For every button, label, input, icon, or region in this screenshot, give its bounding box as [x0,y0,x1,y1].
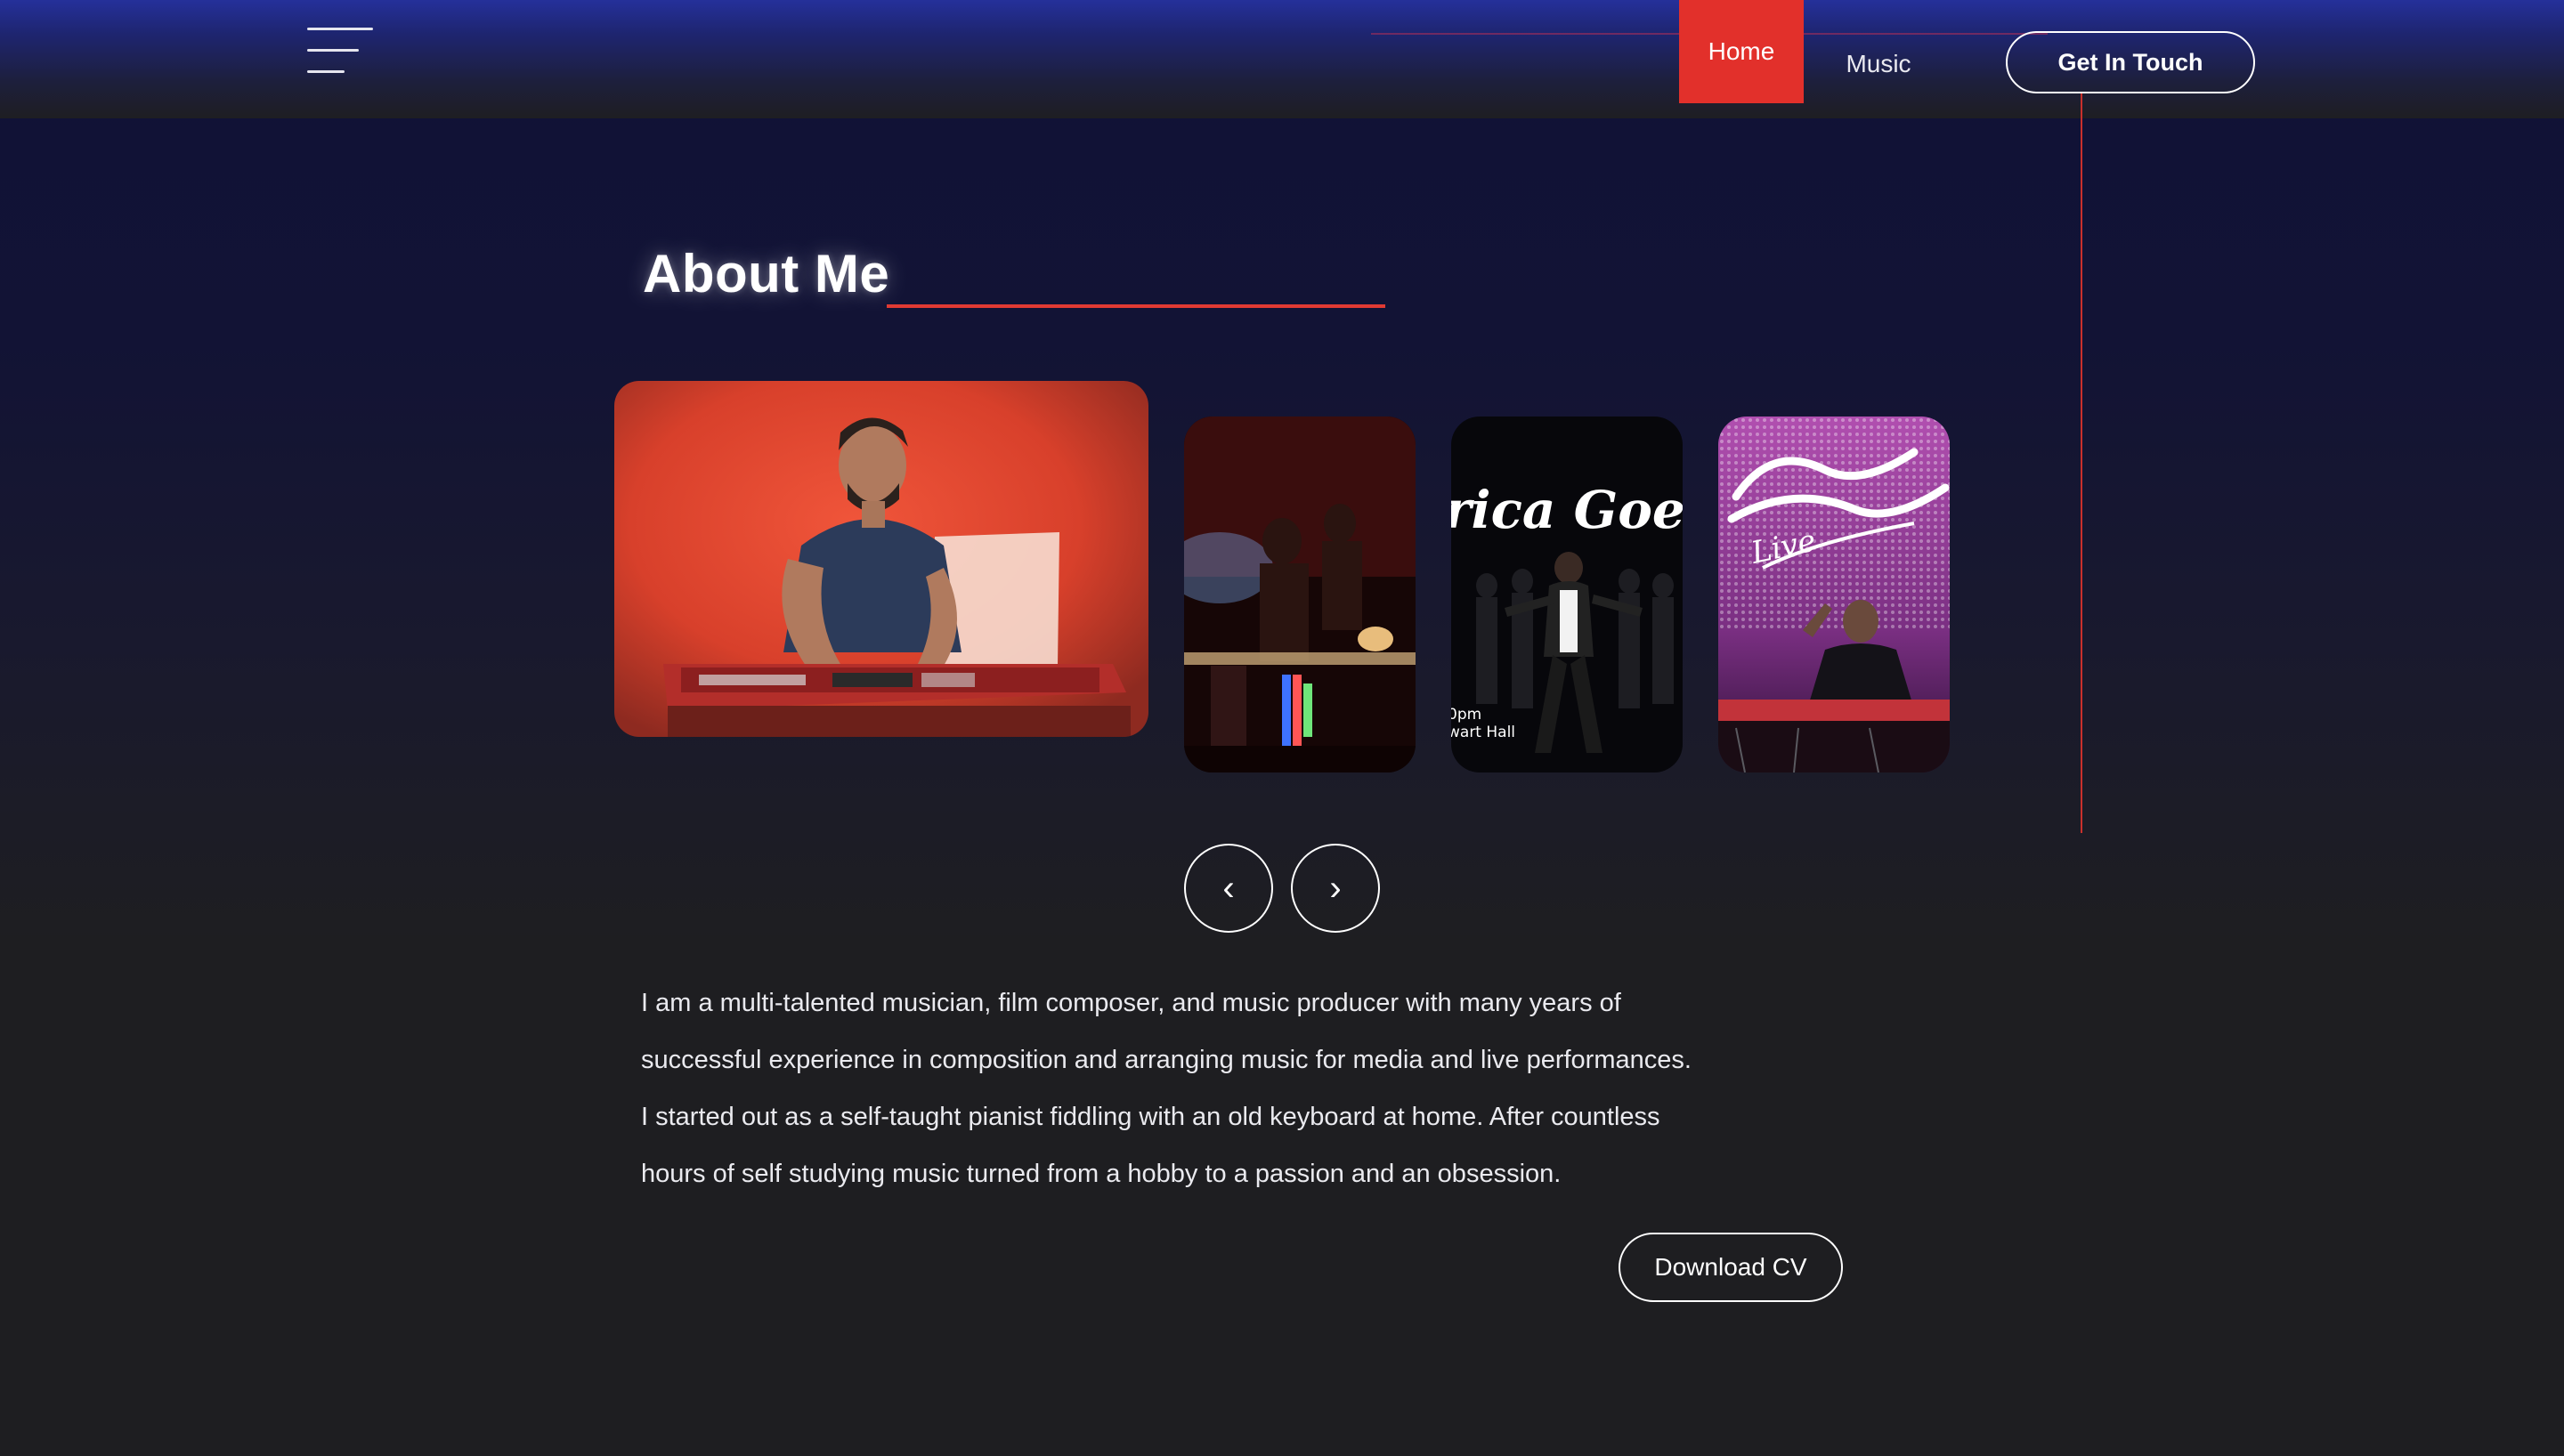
bio-line: successful experience in composition and… [641,1046,1692,1074]
gallery-photo-live-concert[interactable]: Live [1718,417,1950,772]
poster-time-text: 0pm [1451,706,1481,724]
get-in-touch-button[interactable]: Get In Touch [2006,31,2255,93]
heading-underline [887,304,1385,308]
decorative-vertical-line [2081,93,2082,833]
about-me-heading: About Me [643,244,890,303]
hamburger-menu-icon[interactable] [307,28,375,74]
gallery-photo-keyboardist[interactable] [614,381,1148,737]
gallery-photo-choir-poster[interactable]: rica Goes P 0pm wart Hall [1451,417,1683,772]
bio-line: I started out as a self-taught pianist f… [641,1103,1660,1131]
gallery-photo-stage-band[interactable] [1184,417,1416,772]
bio-line: I am a multi-talented musician, film com… [641,989,1621,1017]
download-cv-button[interactable]: Download CV [1619,1233,1843,1302]
poster-venue-text: wart Hall [1451,724,1515,741]
gallery-prev-button[interactable]: ‹ [1184,844,1273,933]
gallery-next-button[interactable]: › [1291,844,1380,933]
about-bio: I am a multi-talented musician, film com… [641,975,1709,1202]
nav-music-link[interactable]: Music [1816,0,1941,127]
nav-home-link[interactable]: Home [1679,0,1804,103]
chevron-left-icon: ‹ [1222,869,1235,908]
bio-line: hours of self studying music turned from… [641,1160,1562,1188]
poster-title-text: rica Goes P [1451,480,1683,540]
chevron-right-icon: › [1329,869,1342,908]
